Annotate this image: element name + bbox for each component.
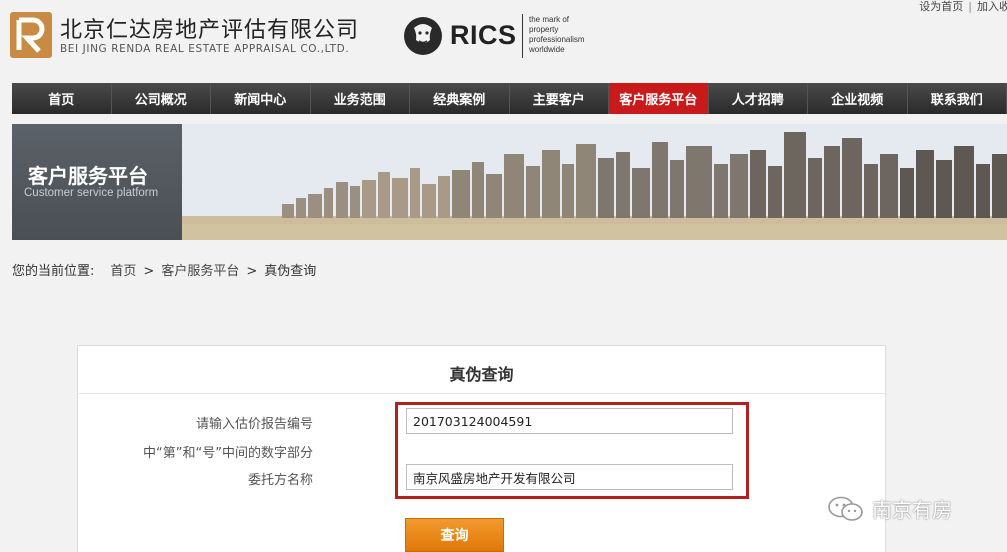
verification-form-panel: 真伪查询 请输入估价报告编号 中“第”和“号”中间的数字部分 委托方名称 查询 bbox=[77, 345, 886, 552]
watermark: 南京有房 bbox=[826, 494, 952, 523]
rics-tagline-line: professionalism bbox=[529, 35, 585, 44]
report-number-label: 请输入估价报告编号 bbox=[195, 417, 313, 432]
query-button[interactable]: 查询 bbox=[405, 518, 504, 552]
rics-tagline-line: property bbox=[529, 25, 559, 34]
banner-title-block: 客户服务平台 Customer service platform bbox=[12, 124, 182, 240]
nav-item-careers[interactable]: 人才招聘 bbox=[709, 83, 808, 114]
breadcrumb-current: 真伪查询 bbox=[264, 264, 317, 279]
add-favorite-link[interactable]: 加入收藏 bbox=[977, 0, 1007, 13]
nav-item-company[interactable]: 公司概况 bbox=[112, 83, 211, 114]
nav-item-contact[interactable]: 联系我们 bbox=[908, 83, 1007, 114]
nav-item-customer-service[interactable]: 客户服务平台 bbox=[609, 83, 709, 114]
client-name-label: 委托方名称 bbox=[247, 473, 313, 488]
nav-item-cases[interactable]: 经典案例 bbox=[410, 83, 510, 114]
company-name-cn: 北京仁达房地产评估有限公司 bbox=[60, 18, 360, 43]
rics-tagline: the mark of property professionalism wor… bbox=[529, 15, 585, 55]
rics-lion-icon bbox=[404, 17, 442, 55]
set-homepage-link[interactable]: 设为首页 bbox=[919, 0, 963, 13]
breadcrumb: 您的当前位置: 首页 > 客户服务平台 > 真伪查询 bbox=[12, 260, 316, 279]
watermark-text: 南京有房 bbox=[872, 498, 952, 522]
top-links: 设为首页 | 加入收藏 bbox=[919, 0, 1007, 14]
breadcrumb-separator: > bbox=[246, 264, 258, 279]
banner-subtitle: Customer service platform bbox=[24, 187, 159, 199]
site-header: 北京仁达房地产评估有限公司 BEI JING RENDA REAL ESTATE… bbox=[0, 0, 1007, 82]
form-title-divider bbox=[78, 393, 885, 394]
form-title: 真伪查询 bbox=[449, 365, 514, 384]
breadcrumb-label: 您的当前位置: bbox=[12, 264, 95, 279]
rics-tagline-line: worldwide bbox=[529, 45, 565, 54]
company-name-en: BEI JING RENDA REAL ESTATE APPRAISAL CO.… bbox=[60, 43, 350, 55]
rics-divider bbox=[522, 14, 523, 58]
nav-item-services[interactable]: 业务范围 bbox=[311, 83, 410, 114]
nav-item-video[interactable]: 企业视频 bbox=[808, 83, 908, 114]
main-nav: 首页 公司概况 新闻中心 业务范围 经典案例 主要客户 客户服务平台 人才招聘 … bbox=[12, 83, 1007, 114]
breadcrumb-separator: > bbox=[143, 264, 155, 279]
breadcrumb-home-link[interactable]: 首页 bbox=[110, 264, 136, 279]
renda-logo bbox=[10, 12, 52, 58]
wechat-icon bbox=[828, 496, 863, 521]
breadcrumb-service-link[interactable]: 客户服务平台 bbox=[161, 264, 239, 279]
nav-item-news[interactable]: 新闻中心 bbox=[211, 83, 311, 114]
report-number-hint: 中“第”和“号”中间的数字部分 bbox=[143, 446, 313, 461]
nav-item-home[interactable]: 首页 bbox=[12, 83, 112, 114]
top-links-separator: | bbox=[968, 0, 972, 13]
rics-wordmark: RICS bbox=[450, 20, 517, 50]
banner-title: 客户服务平台 bbox=[28, 164, 148, 188]
page-banner: 客户服务平台 Customer service platform bbox=[12, 124, 1007, 240]
highlight-annotation-box bbox=[395, 402, 749, 499]
nav-item-clients[interactable]: 主要客户 bbox=[510, 83, 609, 114]
rics-tagline-line: the mark of bbox=[529, 15, 570, 24]
